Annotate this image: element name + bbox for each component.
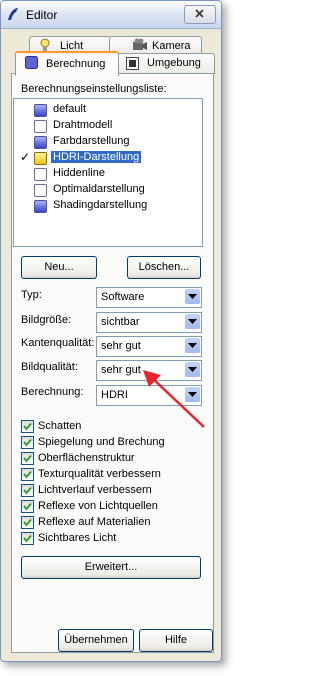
- image-size-select[interactable]: sichtbar: [96, 312, 202, 333]
- list-item-label: Optimaldarstellung: [53, 183, 145, 195]
- annotation-arrow-icon: [143, 370, 205, 428]
- environment-icon: [126, 57, 139, 70]
- list-item-label: HDRI-Darstellung: [51, 151, 142, 163]
- tab-kamera-label: Kamera: [152, 40, 191, 52]
- edge-quality-select[interactable]: sehr gut: [96, 336, 202, 357]
- hdri-icon: [34, 152, 47, 165]
- editor-window: Editor Licht Kamera Berechnung Umgebung …: [0, 0, 222, 662]
- tab-berechnung-label: Berechnung: [46, 58, 106, 70]
- checkbox-texture[interactable]: Texturqualität verbessern: [21, 467, 201, 483]
- window-title: Editor: [26, 8, 58, 22]
- render-preset-icon: [34, 104, 47, 117]
- render-preset-icon: [34, 200, 47, 213]
- list-item-label: Shadingdarstellung: [53, 199, 148, 211]
- chevron-down-icon[interactable]: [185, 289, 200, 304]
- checkbox-reflection[interactable]: Spiegelung und Brechung: [21, 435, 201, 451]
- type-select[interactable]: Software: [96, 287, 202, 308]
- optimal-icon: [34, 184, 47, 197]
- checkbox-label: Oberflächenstruktur: [38, 452, 135, 464]
- checkbox-light-gradient[interactable]: Lichtverlauf verbessern: [21, 483, 201, 499]
- checkbox-label: Schatten: [38, 420, 82, 432]
- list-label: Berechnungseinstellungsliste:: [21, 83, 167, 95]
- list-item-label: Farbdarstellung: [53, 135, 130, 147]
- list-item-label: Hiddenline: [53, 167, 105, 179]
- list-item[interactable]: default: [14, 102, 200, 118]
- render-preset-icon: [34, 136, 47, 149]
- checkbox-light-reflexes[interactable]: Reflexe von Lichtquellen: [21, 499, 201, 515]
- edge-quality-label: Kantenqualität:: [21, 337, 95, 349]
- checkbox-label: Reflexe von Lichtquellen: [38, 500, 158, 512]
- title-bar[interactable]: Editor: [1, 1, 221, 29]
- checkbox-box[interactable]: [21, 436, 34, 449]
- list-item-selected[interactable]: ✓ HDRI-Darstellung: [14, 150, 200, 166]
- type-value: Software: [101, 291, 145, 303]
- image-size-label: Bildgröße:: [21, 314, 72, 326]
- checkbox-box[interactable]: [21, 468, 34, 481]
- delete-button[interactable]: Löschen...: [127, 256, 201, 279]
- edge-quality-value: sehr gut: [101, 340, 141, 352]
- camera-icon: [133, 38, 147, 50]
- list-item-label: default: [53, 103, 87, 115]
- wireframe-icon: [34, 120, 47, 133]
- checkbox-box[interactable]: [21, 500, 34, 513]
- help-button[interactable]: Hilfe: [139, 629, 213, 652]
- settings-listbox[interactable]: default Drahtmodell Farbdarstellung ✓ HDR…: [13, 98, 203, 247]
- checkbox-label: Lichtverlauf verbessern: [38, 484, 152, 496]
- list-item[interactable]: Shadingdarstellung: [14, 198, 200, 214]
- hiddenline-icon: [34, 168, 47, 181]
- new-button[interactable]: Neu...: [21, 256, 97, 279]
- close-icon: [195, 9, 204, 18]
- check-mark-icon: ✓: [20, 150, 31, 164]
- checkbox-box[interactable]: [21, 484, 34, 497]
- calculation-value: HDRI: [101, 389, 128, 401]
- list-item[interactable]: Optimaldarstellung: [14, 182, 200, 198]
- chevron-down-icon[interactable]: [185, 338, 200, 353]
- tab-berechnung[interactable]: Berechnung: [15, 51, 119, 76]
- type-label: Typ:: [21, 289, 42, 301]
- checkbox-visible-light[interactable]: Sichtbares Licht: [21, 531, 201, 547]
- checkbox-box[interactable]: [21, 452, 34, 465]
- advanced-button[interactable]: Erweitert...: [21, 556, 201, 579]
- render-icon: [25, 56, 38, 69]
- list-item[interactable]: Hiddenline: [14, 166, 200, 182]
- image-quality-label: Bildqualität:: [21, 361, 78, 373]
- checkbox-material-reflexes[interactable]: Reflexe auf Materialien: [21, 515, 201, 531]
- app-icon: [8, 8, 18, 20]
- calculation-label: Berechnung:: [21, 386, 84, 398]
- checkbox-surface[interactable]: Oberflächenstruktur: [21, 451, 201, 467]
- checkbox-label: Texturqualität verbessern: [38, 468, 161, 480]
- close-button[interactable]: [184, 5, 216, 24]
- checkbox-box[interactable]: [21, 532, 34, 545]
- image-quality-value: sehr gut: [101, 364, 141, 376]
- light-icon: [40, 38, 50, 51]
- tab-umgebung[interactable]: Umgebung: [117, 53, 215, 74]
- checkbox-label: Spiegelung und Brechung: [38, 436, 165, 448]
- checkbox-label: Sichtbares Licht: [38, 532, 117, 544]
- list-item[interactable]: Drahtmodell: [14, 118, 200, 134]
- chevron-down-icon[interactable]: [185, 314, 200, 329]
- image-size-value: sichtbar: [101, 316, 140, 328]
- list-item-label: Drahtmodell: [53, 119, 113, 131]
- checkbox-box[interactable]: [21, 516, 34, 529]
- tab-umgebung-label: Umgebung: [147, 57, 201, 69]
- list-item[interactable]: Farbdarstellung: [14, 134, 200, 150]
- apply-button[interactable]: Übernehmen: [58, 629, 134, 652]
- checkbox-box[interactable]: [21, 420, 34, 433]
- checkbox-label: Reflexe auf Materialien: [38, 516, 151, 528]
